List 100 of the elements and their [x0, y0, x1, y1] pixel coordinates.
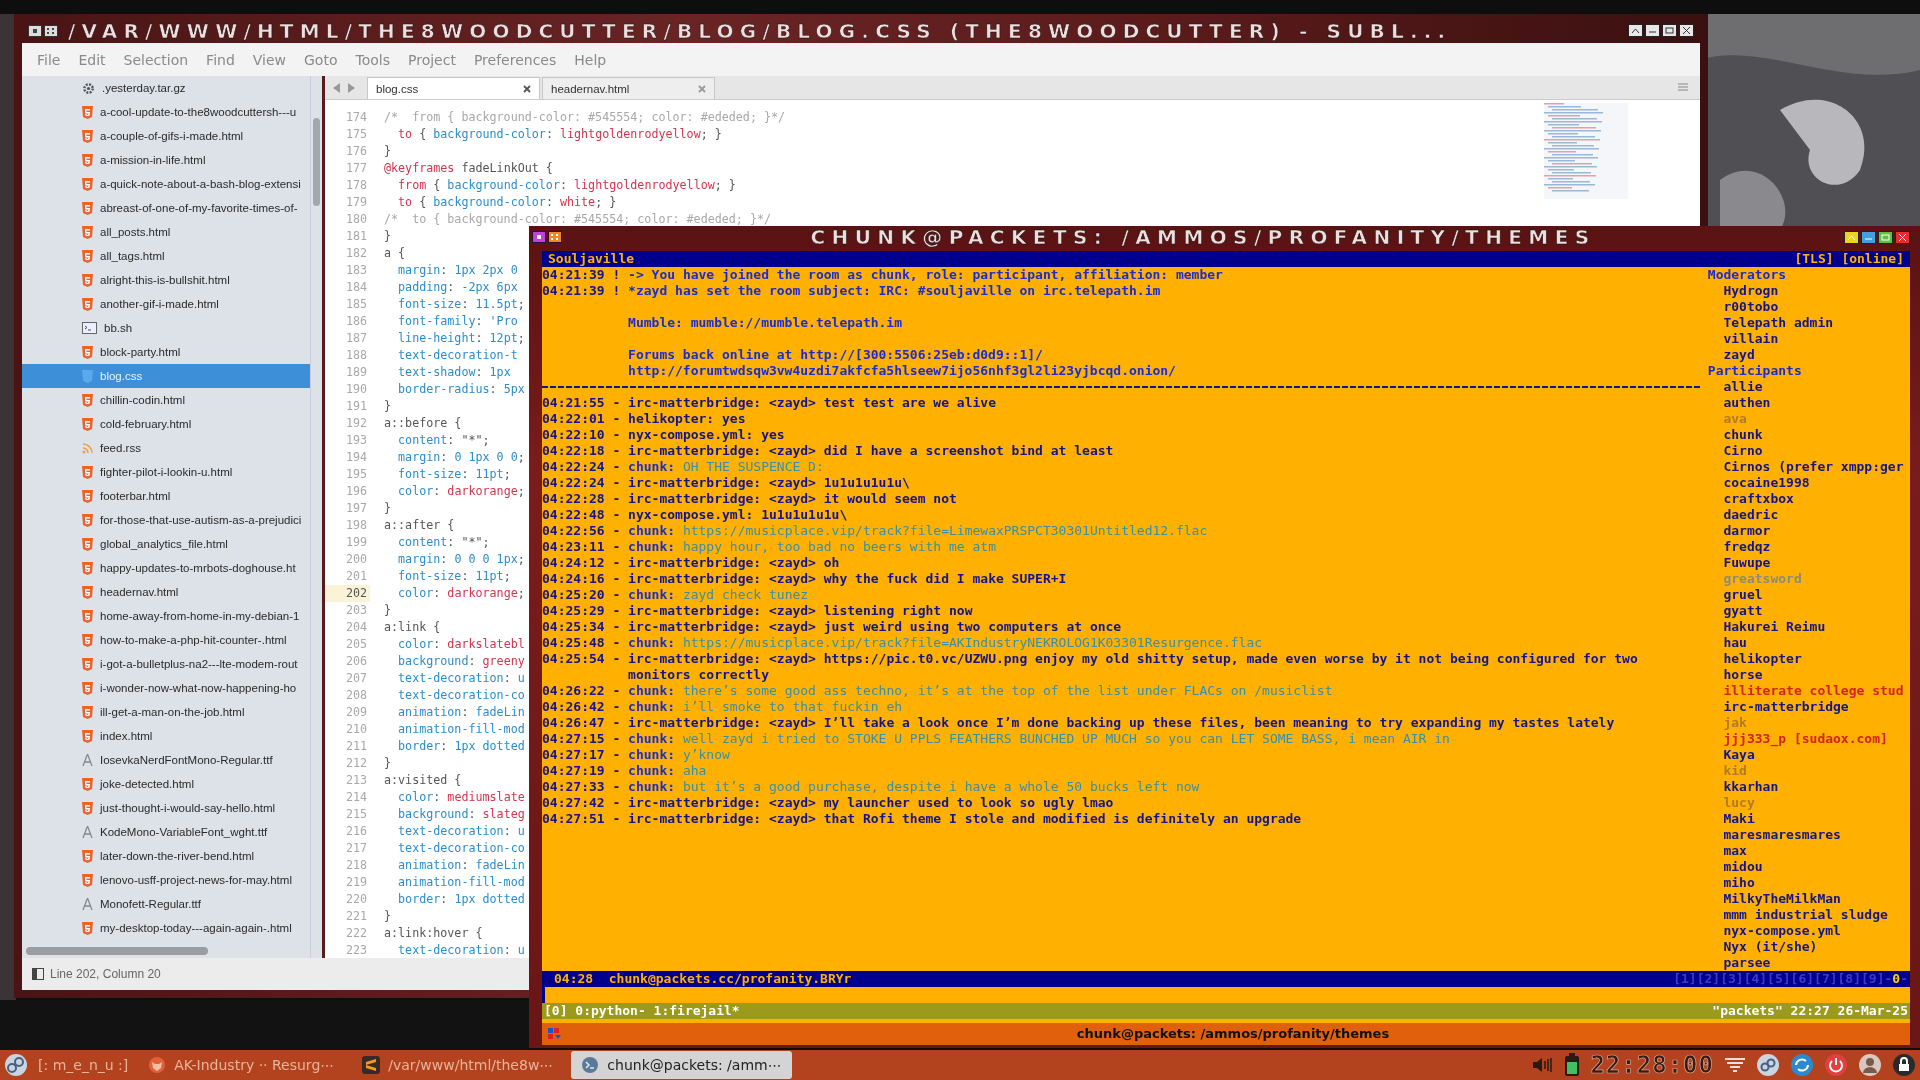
roster-name[interactable]: cocaine1998	[1700, 475, 1810, 491]
roster-name[interactable]: Telepath admin	[1700, 315, 1834, 331]
taskbar-task[interactable]: chunk@packets: /amm⋯	[571, 1051, 792, 1079]
roster-name[interactable]: Cirno	[1700, 443, 1763, 459]
minimize-button[interactable]	[1861, 230, 1876, 244]
roster-name[interactable]: Hakurei Reimu	[1700, 619, 1826, 635]
settings-icon[interactable]	[1756, 1053, 1780, 1077]
sidebar-entry[interactable]: headernav.html	[22, 580, 310, 604]
roster-name[interactable]: villain	[1700, 331, 1779, 347]
window-menu-icon[interactable]	[28, 24, 58, 37]
roster-name[interactable]: nyx-compose.yml	[1700, 923, 1841, 939]
sidebar-toggle-icon[interactable]	[32, 968, 44, 980]
roster-name[interactable]: max	[1700, 843, 1747, 859]
roster-name[interactable]: chunk	[1700, 427, 1763, 443]
roster-name[interactable]: gruel	[1700, 587, 1763, 603]
roster-name[interactable]: daedric	[1700, 507, 1779, 523]
roster-name[interactable]: craftxbox	[1700, 491, 1794, 507]
sidebar-entry[interactable]: i-wonder-now-what-now-happening-ho	[22, 676, 310, 700]
scrollbar-thumb[interactable]	[26, 947, 208, 955]
sidebar-entry[interactable]: my-desktop-today---again-again-.html	[22, 916, 310, 940]
sidebar-entry[interactable]: a-quick-note-about-a-bash-blog-extensi	[22, 172, 310, 196]
sidebar-entry[interactable]: a-cool-update-to-the8woodcuttersh---u	[22, 100, 310, 124]
roster-name[interactable]: fredqz	[1700, 539, 1771, 555]
roster-name[interactable]: allie	[1700, 379, 1763, 395]
sidebar-entry[interactable]: all_posts.html	[22, 220, 310, 244]
roster-name[interactable]: darmor	[1700, 523, 1771, 539]
line-number: 212	[344, 755, 368, 772]
close-button[interactable]	[1679, 24, 1694, 37]
roster-name[interactable]: mmm industrial sludge	[1700, 907, 1888, 923]
sidebar-entry[interactable]: later-down-the-river-bend.html	[22, 844, 310, 868]
sidebar-entry[interactable]: happy-updates-to-mrbots-doghouse.ht	[22, 556, 310, 580]
roster-name[interactable]: gyatt	[1700, 603, 1763, 619]
sidebar-entry[interactable]: .yesterday.tar.gz	[22, 76, 310, 100]
sidebar-entry[interactable]: home-away-from-home-in-my-debian-1	[22, 604, 310, 628]
code-line: from { background-color: lightgoldenrodyellow; }	[397, 177, 736, 194]
sidebar-entry[interactable]: bb.sh	[22, 316, 310, 340]
close-button[interactable]	[1895, 230, 1910, 244]
roster-name[interactable]: kkarhan	[1700, 779, 1779, 795]
maximize-button[interactable]	[1662, 24, 1677, 37]
sidebar-entry[interactable]: alright-this-is-bullshit.html	[22, 268, 310, 292]
roster-name[interactable]: Hydrogn	[1700, 283, 1779, 299]
sidebar-entry[interactable]: KodeMono-VariableFont_wght.ttf	[22, 820, 310, 844]
roster-name[interactable]: helikopter	[1700, 651, 1802, 667]
roster-name[interactable]: maresmaresmares	[1700, 827, 1841, 843]
line-number: 180	[344, 211, 368, 228]
sidebar-entry[interactable]: another-gif-i-made.html	[22, 292, 310, 316]
sidebar-entry[interactable]: i-got-a-bulletplus-na2---lte-modem-rout	[22, 652, 310, 676]
roster-name[interactable]: horse	[1700, 667, 1763, 683]
sidebar-entry[interactable]: for-those-that-use-autism-as-a-prejudici	[22, 508, 310, 532]
sidebar-entry[interactable]: IosevkaNerdFontMono-Regular.ttf	[22, 748, 310, 772]
maximize-button[interactable]	[1878, 230, 1893, 244]
sidebar-entry[interactable]: just-thought-i-would-say-hello.html	[22, 796, 310, 820]
shade-button[interactable]	[1844, 230, 1859, 244]
roster-name[interactable]: r00tobo	[1700, 299, 1779, 315]
sidebar-entry[interactable]: footerbar.html	[22, 484, 310, 508]
lock-icon[interactable]	[1892, 1053, 1916, 1077]
sidebar-entry[interactable]: index.html	[22, 724, 310, 748]
roster-name[interactable]: Nyx (it/she)	[1700, 939, 1818, 955]
roster-name[interactable]: zayd	[1700, 347, 1755, 363]
shade-button[interactable]	[1628, 24, 1643, 37]
scrollbar-thumb[interactable]	[313, 118, 320, 206]
sidebar-entry[interactable]: a-mission-in-life.html	[22, 148, 310, 172]
sidebar-entry[interactable]: abreast-of-one-of-my-favorite-times-of-	[22, 196, 310, 220]
window-menu-icon[interactable]	[532, 231, 562, 243]
sidebar-entry[interactable]: global_analytics_file.html	[22, 532, 310, 556]
sidebar-entry[interactable]: block-party.html	[22, 340, 310, 364]
sidebar-entry[interactable]: cold-february.html	[22, 412, 310, 436]
roster-name[interactable]: parsee	[1700, 955, 1771, 971]
editor-tab[interactable]: blog.css	[367, 77, 540, 99]
power-icon[interactable]	[1824, 1053, 1848, 1077]
sidebar-entry[interactable]: all_tags.html	[22, 244, 310, 268]
roster-name[interactable]: hau	[1700, 635, 1747, 651]
volume-icon[interactable]	[1532, 1057, 1555, 1073]
roster-name[interactable]: authen	[1700, 395, 1771, 411]
roster-name[interactable]: Kaya	[1700, 747, 1755, 763]
sidebar-entry[interactable]: lenovo-usff-project-news-for-may.html	[22, 868, 310, 892]
sidebar-entry[interactable]: joke-detected.html	[22, 772, 310, 796]
user-icon[interactable]	[1858, 1053, 1882, 1077]
roster-name[interactable]: Maki	[1700, 811, 1755, 827]
sidebar-entry[interactable]: feed.rss	[22, 436, 310, 460]
network-icon[interactable]	[1724, 1056, 1746, 1074]
roster-name[interactable]: MilkyTheMilkMan	[1700, 891, 1841, 907]
roster-name[interactable]: Cirnos (prefer xmpp:ger	[1700, 459, 1904, 475]
font-file-icon	[82, 754, 93, 766]
sync-icon[interactable]	[1790, 1053, 1814, 1077]
sidebar-entry[interactable]: ill-get-a-man-on-the-job.html	[22, 700, 310, 724]
roster-name[interactable]: midou	[1700, 859, 1763, 875]
close-icon[interactable]	[523, 84, 531, 93]
sidebar-entry[interactable]: how-to-make-a-php-hit-counter-.html	[22, 628, 310, 652]
battery-icon[interactable]	[1564, 1053, 1581, 1077]
start-menu-icon[interactable]	[4, 1053, 28, 1077]
sidebar-entry[interactable]: a-couple-of-gifs-i-made.html	[22, 124, 310, 148]
editor-tab[interactable]: headernav.html	[542, 77, 715, 99]
minimize-button[interactable]	[1645, 24, 1660, 37]
sidebar-entry[interactable]: chillin-codin.html	[22, 388, 310, 412]
sidebar-entry[interactable]: fighter-pilot-i-lookin-u.html	[22, 460, 310, 484]
roster-name[interactable]: miho	[1700, 875, 1755, 891]
sidebar-entry[interactable]: Monofett-Regular.ttf	[22, 892, 310, 916]
roster-name[interactable]: irc-matterbridge	[1700, 699, 1849, 715]
roster-name[interactable]: Fuwupe	[1700, 555, 1771, 571]
